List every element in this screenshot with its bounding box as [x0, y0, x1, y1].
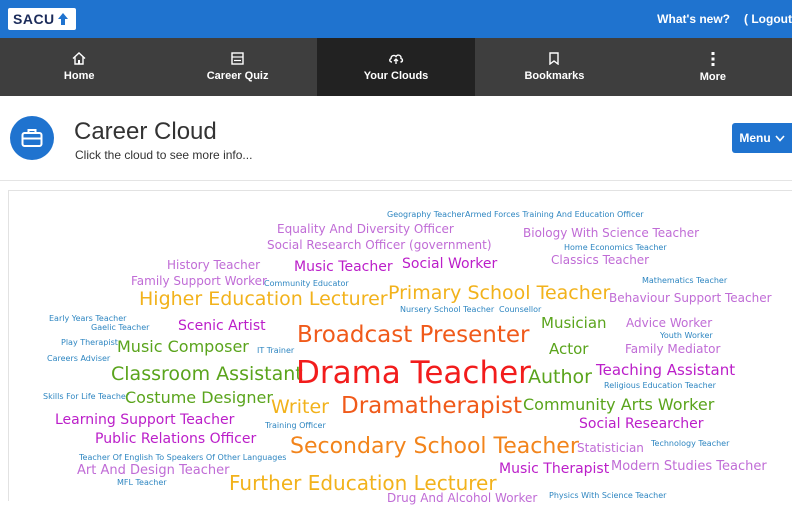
- whats-new-link[interactable]: What's new?: [657, 12, 730, 26]
- cloud-word[interactable]: Equality And Diversity Officer: [277, 223, 454, 235]
- sacu-logo[interactable]: SACU: [8, 8, 76, 30]
- cloud-word[interactable]: Community Educator: [264, 280, 349, 288]
- nav-home-label: Home: [63, 70, 95, 82]
- cloud-word[interactable]: Community Arts Worker: [523, 397, 714, 413]
- cloud-word[interactable]: Armed Forces Training And Education Offi…: [465, 211, 644, 219]
- cloud-word[interactable]: Art And Design Teacher: [77, 464, 229, 477]
- cloud-word[interactable]: Drama Teacher: [296, 358, 531, 389]
- cloud-word[interactable]: Training Officer: [265, 422, 326, 430]
- nav-career-quiz-label: Career Quiz: [206, 70, 269, 82]
- nav-home[interactable]: Home: [0, 38, 158, 96]
- home-icon: [72, 52, 86, 65]
- career-cloud[interactable]: Geography Teacher Armed Forces Training A…: [8, 190, 792, 504]
- cloud-word[interactable]: Mathematics Teacher: [642, 277, 727, 285]
- top-bar: SACU What's new? ( Logout: [0, 0, 792, 38]
- cloud-word[interactable]: MFL Teacher: [117, 479, 167, 487]
- cloud-word[interactable]: Nursery School Teacher: [400, 306, 494, 314]
- cloud-word[interactable]: Play Therapist: [61, 339, 118, 347]
- cloud-word[interactable]: Family Mediator: [625, 343, 720, 355]
- nav-more[interactable]: More: [634, 38, 792, 96]
- cloud-word[interactable]: Drug And Alcohol Worker: [387, 492, 537, 504]
- top-links: What's new? ( Logout: [643, 0, 792, 38]
- cloud-word[interactable]: Scenic Artist: [178, 319, 266, 333]
- cloud-word[interactable]: Statistician: [577, 442, 644, 454]
- menu-button[interactable]: Menu: [732, 123, 792, 153]
- cloud-word[interactable]: Music Composer: [117, 339, 249, 355]
- cloud-word[interactable]: Religious Education Teacher: [604, 382, 716, 390]
- cloud-word[interactable]: Classroom Assistant: [111, 365, 303, 384]
- logout-link[interactable]: ( Logout: [744, 12, 792, 26]
- cloud-word[interactable]: History Teacher: [167, 259, 260, 271]
- cloud-word[interactable]: Skills For Life Teacher: [43, 393, 129, 401]
- cloud-word[interactable]: Teaching Assistant: [596, 363, 735, 378]
- cloud-word[interactable]: Social Worker: [402, 257, 497, 271]
- bookmark-icon: [549, 52, 560, 65]
- nav-more-label: More: [699, 70, 726, 83]
- logo-arrow-icon: [57, 13, 68, 25]
- cloud-word[interactable]: Music Teacher: [294, 260, 393, 274]
- cloud-word[interactable]: Classics Teacher: [551, 254, 649, 266]
- cloud-word[interactable]: Social Research Officer (government): [267, 239, 492, 251]
- page-title: Career Cloud: [74, 118, 217, 145]
- cloud-word[interactable]: Counsellor: [499, 306, 541, 314]
- cloud-word[interactable]: Public Relations Officer: [95, 432, 256, 446]
- cloud-word[interactable]: Social Researcher: [579, 417, 704, 431]
- main-nav: Home Career Quiz Your Clouds Bookmarks M…: [0, 38, 792, 96]
- cloud-word[interactable]: Primary School Teacher: [388, 284, 610, 303]
- more-icon: [711, 51, 715, 66]
- cloud-icon: [389, 54, 404, 64]
- cloud-word[interactable]: Biology With Science Teacher: [523, 227, 699, 239]
- cloud-word[interactable]: Dramatherapist: [341, 395, 522, 418]
- cloud-word[interactable]: Learning Support Teacher: [55, 413, 234, 427]
- nav-your-clouds-label: Your Clouds: [363, 70, 429, 82]
- nav-your-clouds[interactable]: Your Clouds: [316, 38, 476, 96]
- cloud-word[interactable]: Music Therapist: [499, 462, 609, 476]
- nav-bookmarks[interactable]: Bookmarks: [475, 38, 633, 96]
- cloud-word[interactable]: Gaelic Teacher: [91, 324, 149, 332]
- briefcase-icon: [10, 116, 54, 160]
- cloud-word[interactable]: Costume Designer: [125, 390, 273, 406]
- page-header: Career Cloud Click the cloud to see more…: [0, 96, 792, 181]
- cloud-word[interactable]: Author: [528, 368, 592, 387]
- page-subtitle: Click the cloud to see more info...: [75, 148, 253, 162]
- cloud-word[interactable]: Geography Teacher: [387, 211, 465, 219]
- nav-bookmarks-label: Bookmarks: [524, 70, 585, 82]
- quiz-icon: [231, 52, 244, 65]
- cloud-word[interactable]: Youth Worker: [660, 332, 713, 340]
- cloud-word[interactable]: Further Education Lecturer: [229, 473, 497, 493]
- cloud-word[interactable]: IT Trainer: [257, 347, 294, 355]
- cloud-word[interactable]: Broadcast Presenter: [297, 324, 529, 347]
- cloud-word[interactable]: Modern Studies Teacher: [611, 460, 767, 473]
- cloud-word[interactable]: Teacher Of English To Speakers Of Other …: [79, 454, 286, 462]
- chevron-down-icon: [775, 134, 785, 142]
- cloud-word[interactable]: Early Years Teacher: [49, 315, 126, 323]
- logo-text: SACU: [13, 11, 55, 27]
- cloud-word[interactable]: Behaviour Support Teacher: [609, 292, 772, 304]
- cloud-word[interactable]: Family Support Worker: [131, 275, 267, 287]
- cloud-word[interactable]: Secondary School Teacher: [290, 436, 579, 458]
- cloud-word[interactable]: Actor: [549, 342, 588, 357]
- cloud-word[interactable]: Home Economics Teacher: [564, 244, 667, 252]
- nav-career-quiz[interactable]: Career Quiz: [158, 38, 316, 96]
- cloud-word[interactable]: Musician: [541, 316, 607, 331]
- cloud-word[interactable]: Technology Teacher: [651, 440, 729, 448]
- cloud-word[interactable]: Advice Worker: [626, 317, 712, 329]
- cloud-word[interactable]: Careers Adviser: [47, 355, 110, 363]
- cloud-word[interactable]: Higher Education Lecturer: [139, 290, 388, 309]
- cloud-word[interactable]: Physics With Science Teacher: [549, 492, 666, 500]
- menu-button-label: Menu: [739, 131, 771, 145]
- cloud-word[interactable]: Writer: [271, 398, 329, 417]
